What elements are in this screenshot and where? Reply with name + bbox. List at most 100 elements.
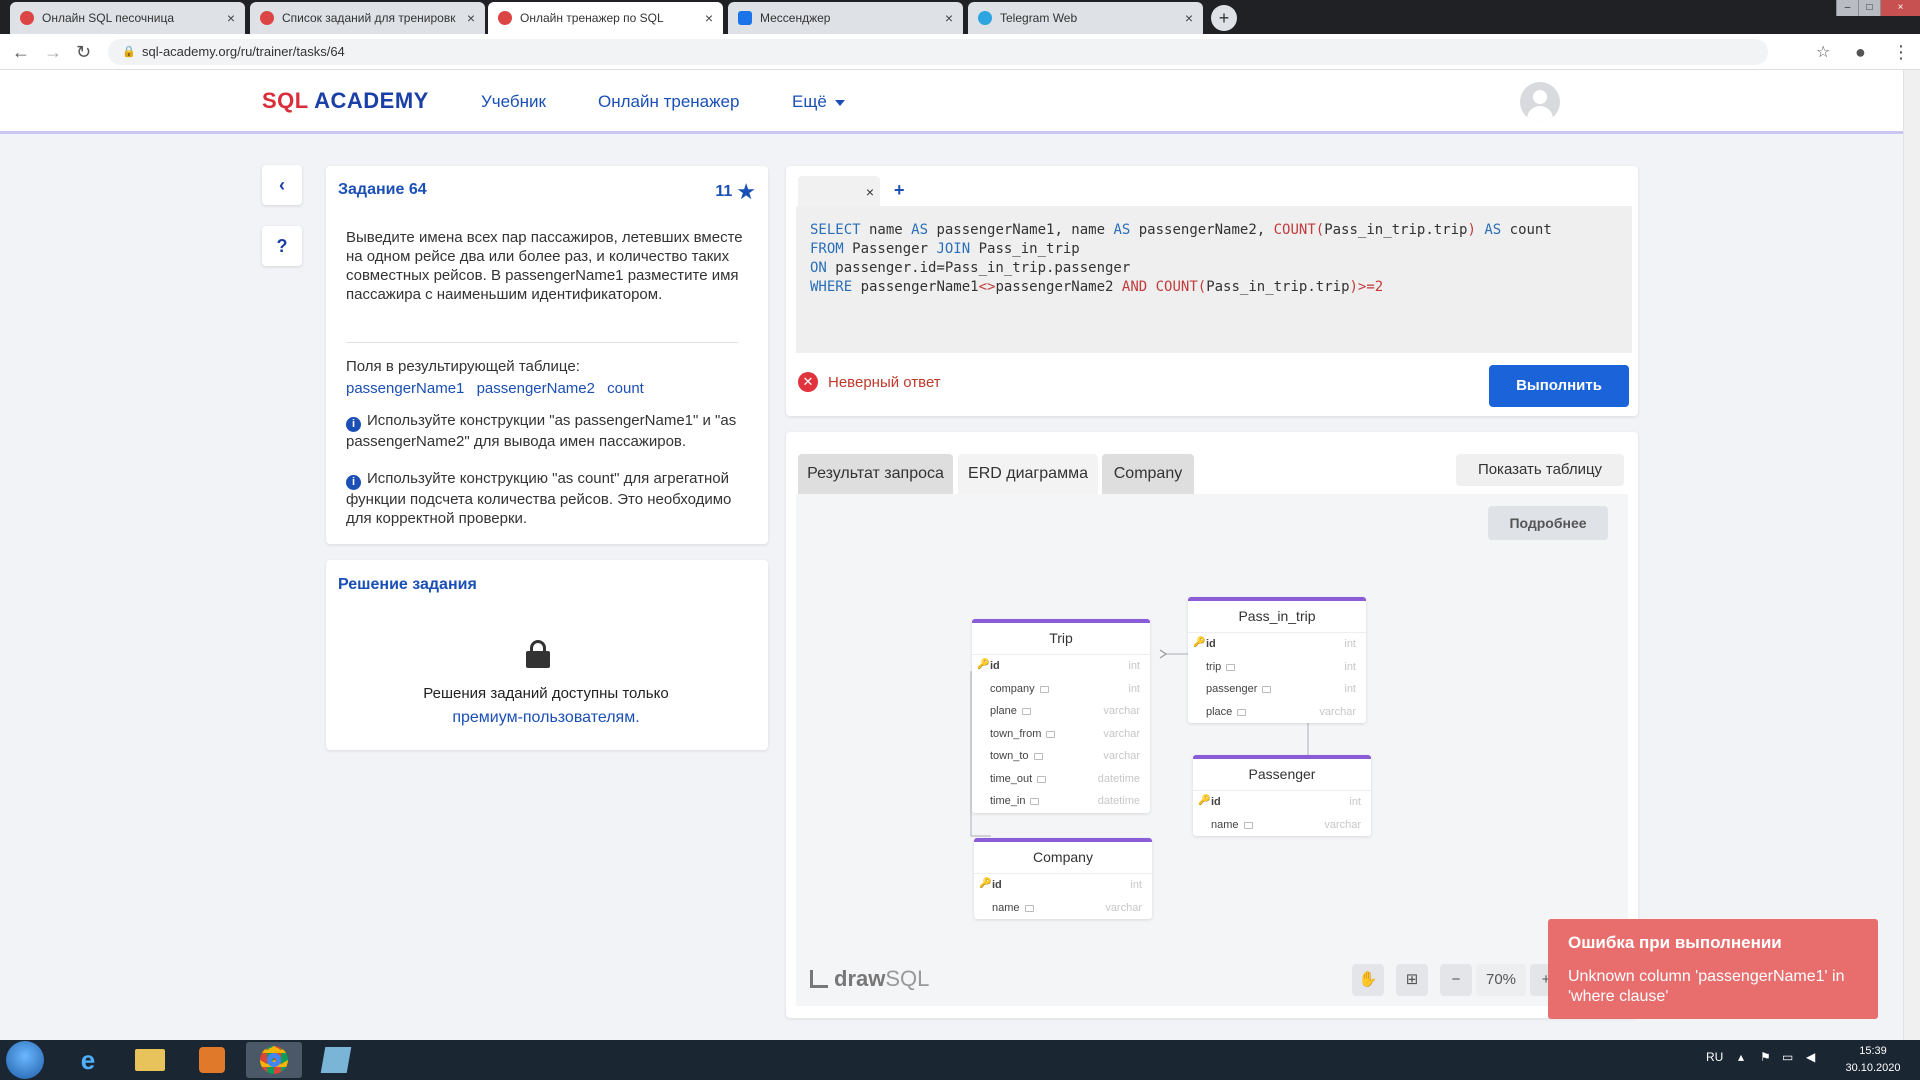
browser-tabstrip: Онлайн SQL песочница × Список заданий дл…	[0, 0, 1920, 34]
minimize-icon[interactable]: ‒	[1836, 0, 1858, 16]
ie-icon[interactable]: e	[60, 1042, 116, 1078]
volume-icon[interactable]: ◀	[1806, 1050, 1815, 1064]
close-icon[interactable]: ×	[1185, 10, 1193, 26]
network-icon[interactable]: ▭	[1782, 1050, 1793, 1064]
back-arrow-icon[interactable]: ←	[12, 42, 30, 63]
browser-tab[interactable]: Онлайн SQL песочница ×	[10, 2, 245, 34]
maximize-icon[interactable]: □	[1858, 0, 1880, 16]
key-icon: 🔑	[1198, 795, 1211, 806]
run-button[interactable]: Выполнить	[1489, 365, 1629, 407]
erd-column: 🔑 id int	[979, 878, 1142, 892]
tab-query-result[interactable]: Результат запроса	[798, 454, 953, 494]
solution-card: Решение задания Решения заданий доступны…	[326, 560, 768, 750]
erd-column: 🔑 id int	[1193, 637, 1356, 651]
close-icon[interactable]: ×	[227, 10, 235, 26]
logo-sql: SQL	[262, 88, 309, 113]
erd-column: trip int	[1206, 660, 1356, 673]
erd-column: 🔑 id int	[1198, 795, 1361, 809]
error-icon: ✕	[798, 372, 818, 392]
window-controls: ‒ □ ×	[1836, 0, 1920, 16]
erd-column: passenger int	[1206, 683, 1356, 696]
erd-column: place varchar	[1206, 705, 1356, 718]
drawsql-mark-icon	[810, 970, 828, 988]
task-description: Выведите имена всех пар пассажиров, лете…	[346, 229, 743, 303]
forward-arrow-icon[interactable]: →	[44, 42, 62, 63]
search-icon	[260, 11, 274, 25]
star-icon: ★	[736, 179, 756, 204]
grid-icon[interactable]: ⊞	[1396, 964, 1428, 996]
add-tab-button[interactable]: +	[894, 180, 905, 201]
chrome-icon[interactable]	[246, 1042, 302, 1078]
solution-title: Решение задания	[338, 576, 477, 593]
star-icon[interactable]: ☆	[1816, 42, 1830, 62]
status-text: Неверный ответ	[828, 373, 941, 391]
show-table-button[interactable]: Показать таблицу	[1456, 454, 1624, 486]
language-indicator[interactable]: RU	[1706, 1050, 1723, 1064]
new-tab-button[interactable]: +	[1211, 5, 1237, 31]
browser-tab[interactable]: Telegram Web ×	[968, 2, 1203, 34]
browser-tab-active[interactable]: Онлайн тренажер по SQL ×	[488, 2, 723, 34]
close-icon[interactable]: ×	[866, 184, 874, 200]
nav-more[interactable]: Ещё	[792, 92, 845, 112]
help-button[interactable]: ?	[262, 226, 302, 266]
site-logo[interactable]: SQL ACADEMY	[262, 88, 429, 114]
address-bar: ← → ↻ 🔒 sql-academy.org/ru/trainer/tasks…	[0, 34, 1920, 70]
browser-tab-label: Онлайн SQL песочница	[42, 11, 175, 25]
comment-icon	[1243, 821, 1253, 829]
erd-table-title: Pass_in_trip	[1188, 601, 1366, 633]
erd-table-company[interactable]: Company 🔑 id int name varchar	[974, 838, 1152, 919]
field-name: count	[607, 380, 644, 397]
site-header: SQL ACADEMY Учебник Онлайн тренажер Ещё	[0, 70, 1903, 134]
search-icon	[20, 11, 34, 25]
close-icon[interactable]: ×	[705, 10, 713, 26]
editor-tab[interactable]: ×	[798, 176, 880, 208]
browser-tab[interactable]: Мессенджер ×	[728, 2, 963, 34]
browser-tab[interactable]: Список заданий для тренировк ×	[250, 2, 485, 34]
app-icon[interactable]	[308, 1042, 364, 1078]
messenger-icon	[738, 11, 752, 25]
hint-text: Используйте конструкции "as passengerNam…	[346, 412, 737, 450]
close-icon[interactable]: ×	[945, 10, 953, 26]
key-icon: 🔑	[1193, 637, 1206, 648]
erd-column: company int	[990, 682, 1140, 695]
tab-erd[interactable]: ERD диаграмма	[958, 454, 1098, 494]
logo-academy: ACADEMY	[314, 88, 429, 113]
comment-icon	[1226, 663, 1236, 671]
comment-icon	[1037, 775, 1047, 783]
start-button[interactable]	[6, 1041, 44, 1079]
task-score-value: 11	[715, 183, 733, 200]
menu-dots-icon[interactable]: ⋮	[1892, 42, 1910, 63]
sql-editor[interactable]: SELECT name AS passengerName1, name AS p…	[796, 206, 1632, 353]
url-field[interactable]: 🔒 sql-academy.org/ru/trainer/tasks/64	[108, 39, 1768, 65]
close-icon[interactable]: ×	[467, 10, 475, 26]
hand-tool-icon[interactable]: ✋	[1352, 964, 1384, 996]
erd-diagram[interactable]: Подробнее Trip 🔑 id int company int plane va…	[796, 494, 1628, 1006]
erd-column: name varchar	[992, 901, 1142, 914]
comment-icon	[1262, 686, 1272, 694]
task-score: 11 ★	[715, 179, 756, 205]
zoom-out-button[interactable]: −	[1440, 964, 1472, 996]
error-toast[interactable]: Ошибка при выполнении Unknown column 'pa…	[1548, 919, 1878, 1019]
page-scrollbar[interactable]	[1903, 70, 1920, 1040]
nav-textbook[interactable]: Учебник	[481, 92, 546, 112]
avatar[interactable]	[1520, 82, 1560, 122]
clock[interactable]: 15:39 30.10.2020	[1838, 1043, 1908, 1077]
erd-table-title: Passenger	[1193, 759, 1371, 791]
profile-icon[interactable]: ●	[1855, 42, 1866, 63]
tray-arrow-icon[interactable]: ▴	[1738, 1050, 1744, 1064]
flag-icon[interactable]: ⚑	[1760, 1050, 1771, 1064]
media-player-icon[interactable]	[184, 1042, 240, 1078]
erd-table-trip[interactable]: Trip 🔑 id int company int plane varchar town…	[972, 619, 1150, 813]
tab-company[interactable]: Company	[1102, 454, 1194, 494]
erd-table-passenger[interactable]: Passenger 🔑 id int name varchar	[1193, 755, 1371, 836]
erd-table-pass-in-trip[interactable]: Pass_in_trip 🔑 id int trip int passenger int…	[1188, 597, 1366, 723]
premium-link[interactable]: премиум-пользователям.	[326, 709, 766, 727]
erd-table-title: Company	[974, 842, 1152, 874]
key-icon: 🔑	[977, 659, 990, 670]
back-button[interactable]: ‹	[262, 165, 302, 205]
reload-icon[interactable]: ↻	[76, 42, 91, 63]
folder-icon[interactable]	[122, 1042, 178, 1078]
hint-text: Используйте конструкцию "as count" для а…	[346, 470, 732, 527]
window-close-icon[interactable]: ×	[1880, 0, 1920, 16]
nav-trainer[interactable]: Онлайн тренажер	[598, 92, 739, 112]
